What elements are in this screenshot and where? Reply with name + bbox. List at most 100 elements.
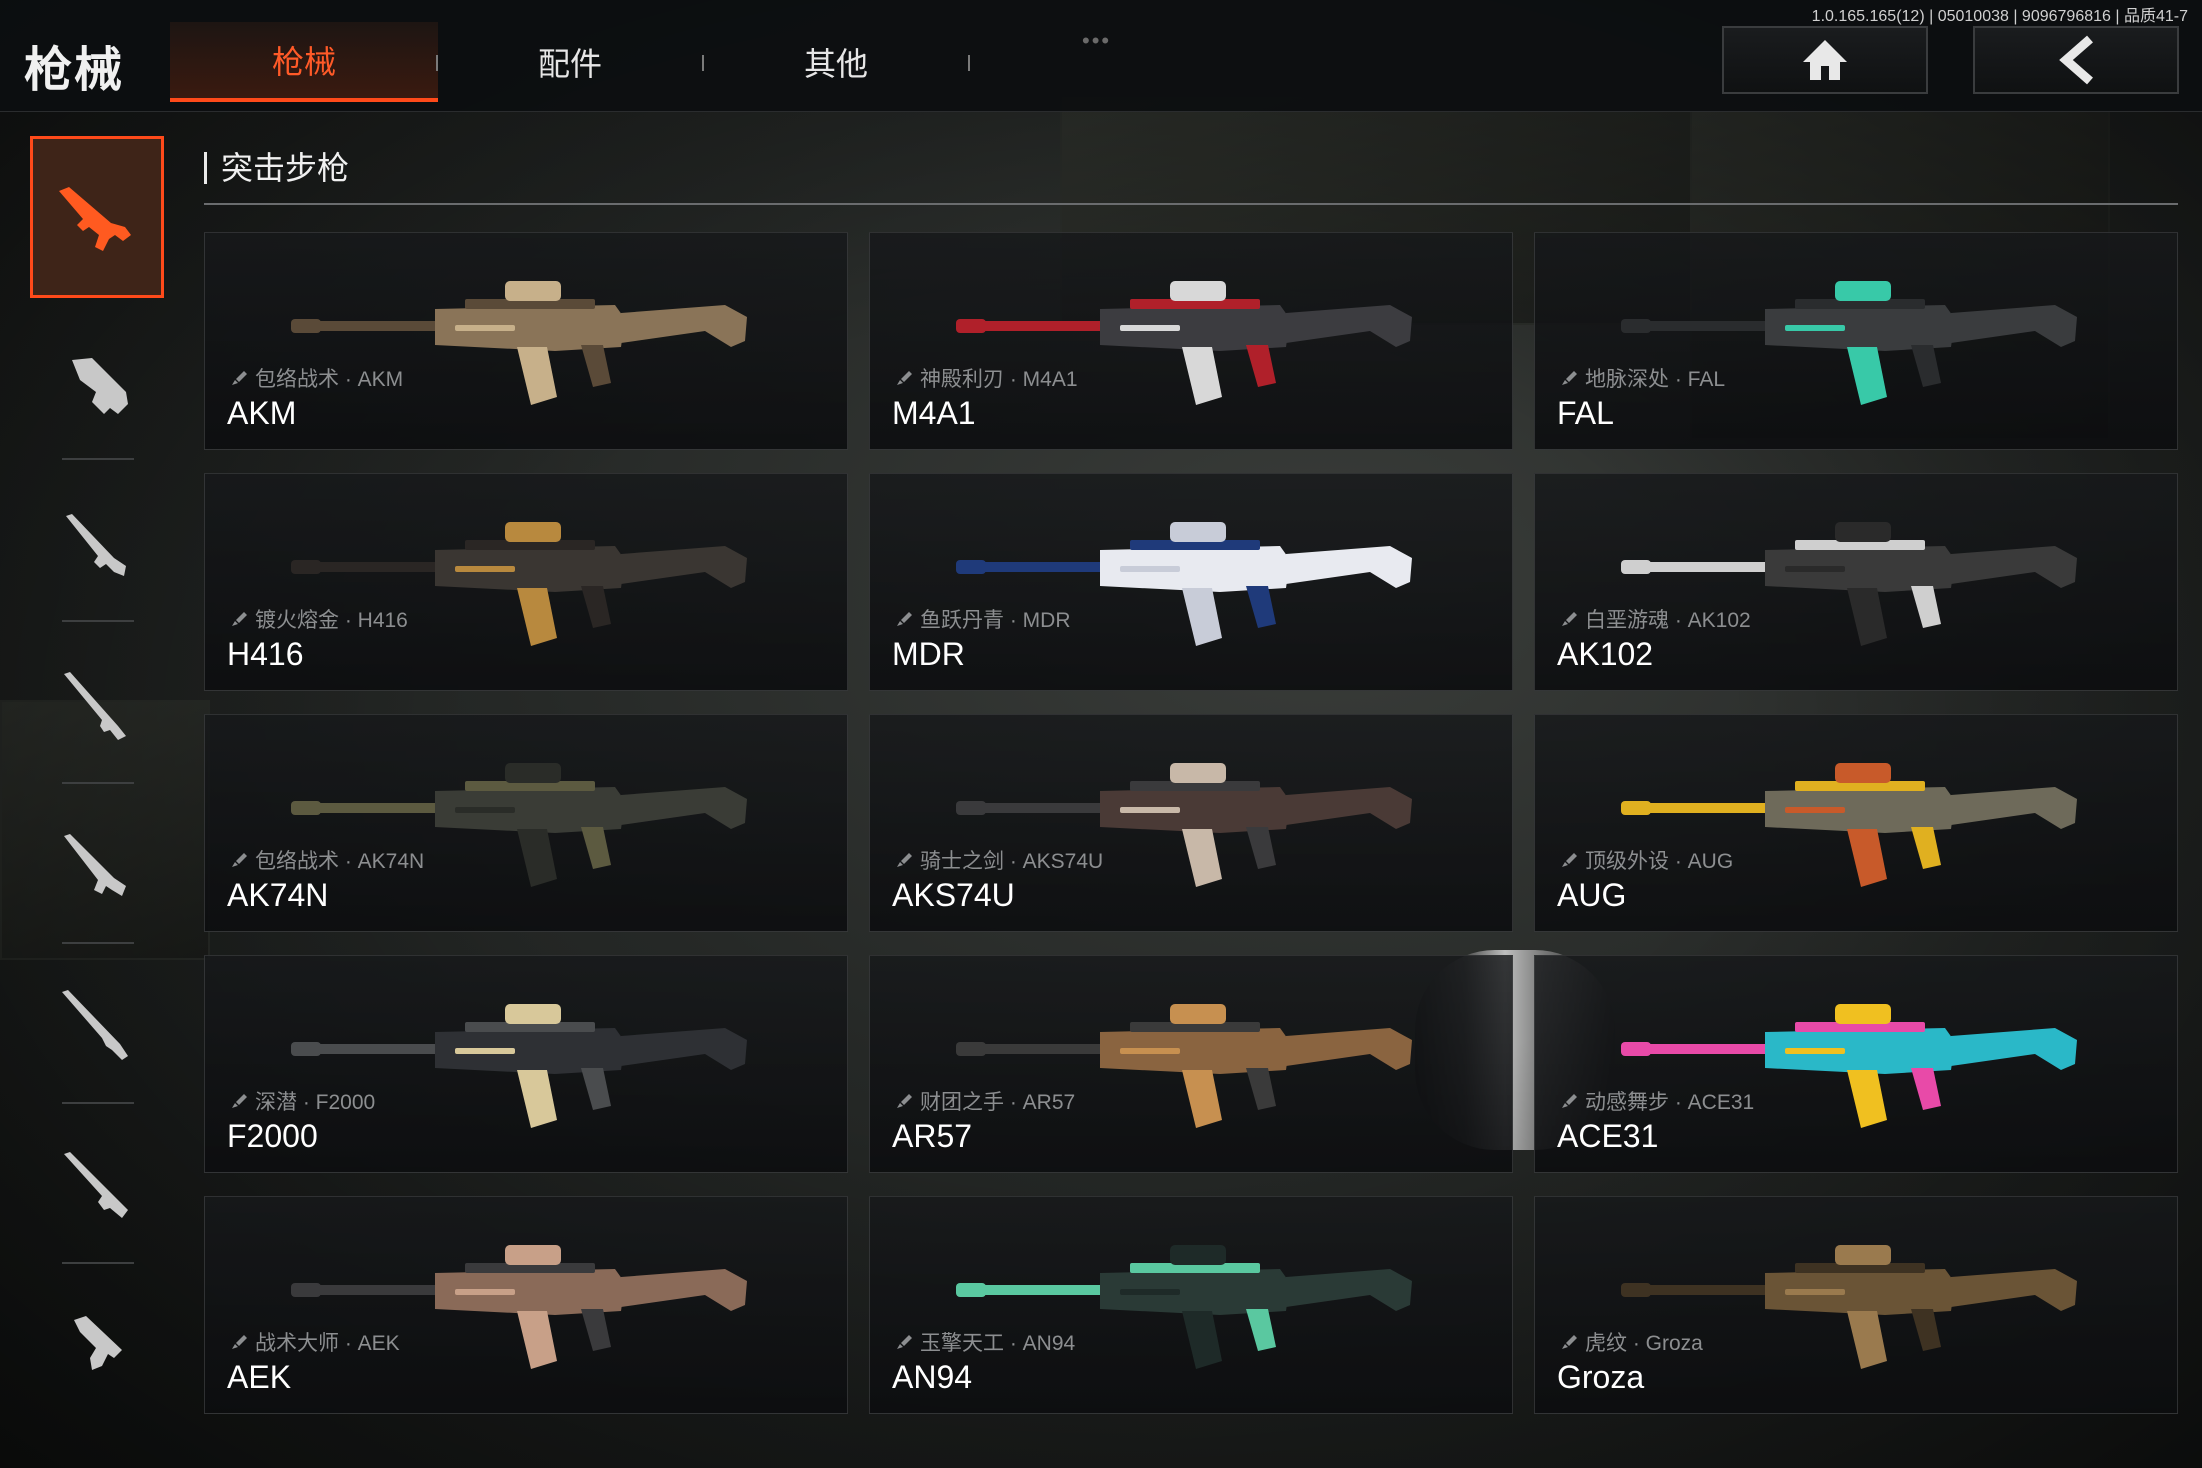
- category-marksman-rifle[interactable]: [30, 630, 164, 780]
- weapon-card-h416[interactable]: 镀火熔金 · H416 H416: [204, 473, 848, 691]
- weapon-skin-label: 地脉深处 · FAL: [1585, 368, 1726, 391]
- weapon-card-f2000[interactable]: 深潜 · F2000 F2000: [204, 955, 848, 1173]
- skin-brush-icon: [232, 1335, 247, 1349]
- tab-divider: [968, 55, 970, 71]
- weapon-name: M4A1: [892, 395, 976, 431]
- weapon-card-aks74u[interactable]: 骑士之剑 · AKS74U AKS74U: [869, 714, 1513, 932]
- tab-label: 枪械: [271, 44, 336, 80]
- tab-guns[interactable]: 枪械: [170, 22, 438, 102]
- back-button[interactable]: [1973, 26, 2179, 94]
- weapon-card-akm[interactable]: 包络战术 · AKM AKM: [204, 232, 848, 450]
- category-pistol[interactable]: [30, 1270, 164, 1420]
- weapon-skin: 深潜 · F2000: [229, 1086, 375, 1116]
- weapon-name: FAL: [1557, 395, 1614, 431]
- category-assault-rifle[interactable]: [30, 136, 164, 298]
- category-sniper-rifle[interactable]: [30, 950, 164, 1100]
- weapon-card-ak102[interactable]: 白垩游魂 · AK102 AK102: [1534, 473, 2178, 691]
- back-arrow-icon: [2059, 35, 2093, 85]
- weapon-skin-label: 玉擎天工 · AN94: [920, 1332, 1076, 1355]
- drag-handle-icon: •••: [1082, 28, 1112, 53]
- weapon-skin-label: 镀火熔金 · H416: [255, 609, 408, 632]
- special-weapon-icon: [64, 1152, 128, 1218]
- skin-brush-icon: [232, 1094, 247, 1108]
- skin-brush-icon: [1562, 371, 1577, 385]
- tab-label: 配件: [537, 46, 602, 82]
- weapon-name: ACE31: [1557, 1118, 1659, 1154]
- weapon-skin: 玉擎天工 · AN94: [894, 1327, 1075, 1357]
- skin-brush-icon: [1562, 612, 1577, 626]
- weapon-skin-label: 神殿利刃 · M4A1: [920, 368, 1078, 391]
- weapon-skin: 地脉深处 · FAL: [1559, 363, 1725, 393]
- weapon-skin: 包络战术 · AK74N: [229, 845, 424, 875]
- lmg-icon: [64, 834, 126, 896]
- shotgun-icon: [66, 514, 126, 576]
- weapon-name: AR57: [892, 1118, 973, 1154]
- weapon-card-aug[interactable]: 顶级外设 · AUG AUG: [1534, 714, 2178, 932]
- weapon-card-mdr[interactable]: 鱼跃丹青 · MDR MDR: [869, 473, 1513, 691]
- page-title: 枪械: [24, 44, 125, 97]
- weapon-skin: 虎纹 · Groza: [1559, 1327, 1703, 1357]
- weapon-card-groza[interactable]: 虎纹 · Groza Groza: [1534, 1196, 2178, 1414]
- weapon-card-ak74n[interactable]: 包络战术 · AK74N AK74N: [204, 714, 848, 932]
- category-shotgun[interactable]: [30, 470, 164, 620]
- weapon-skin-label: 深潜 · F2000: [255, 1091, 376, 1114]
- weapon-name: AN94: [892, 1359, 973, 1395]
- tab-others[interactable]: 其他: [702, 22, 970, 102]
- weapon-skin-label: 鱼跃丹青 · MDR: [920, 609, 1071, 632]
- skin-brush-icon: [897, 612, 912, 626]
- weapon-name: MDR: [892, 636, 965, 672]
- category-divider: [62, 458, 134, 460]
- weapon-card-ace31[interactable]: 动感舞步 · ACE31 ACE31: [1534, 955, 2178, 1173]
- category-divider: [62, 782, 134, 784]
- weapon-skin-label: 财团之手 · AR57: [920, 1091, 1076, 1114]
- skin-brush-icon: [897, 371, 912, 385]
- weapon-skin: 白垩游魂 · AK102: [1559, 604, 1751, 634]
- skin-brush-icon: [897, 1335, 912, 1349]
- weapon-name: AKS74U: [892, 877, 1015, 913]
- tab-label: 其他: [803, 46, 868, 82]
- weapon-skin-label: 顶级外设 · AUG: [1585, 850, 1734, 873]
- weapon-name: F2000: [227, 1118, 318, 1154]
- marksman-rifle-icon: [64, 672, 126, 740]
- category-smg[interactable]: [30, 310, 164, 460]
- weapon-grid: 包络战术 · AKM AKM 神殿利刃 · M4A1 M4A1 地脉深处 · F…: [204, 232, 2178, 1414]
- category-lmg[interactable]: [30, 790, 164, 940]
- weapon-skin: 财团之手 · AR57: [894, 1086, 1075, 1116]
- skin-brush-icon: [232, 612, 247, 626]
- skin-brush-icon: [1562, 853, 1577, 867]
- skin-brush-icon: [232, 853, 247, 867]
- assault-rifle-icon: [59, 187, 131, 251]
- weapon-skin-label: 战术大师 · AEK: [255, 1332, 400, 1355]
- version-text: 1.0.165.165(12) | 05010038 | 9096796816 …: [1811, 8, 2188, 25]
- weapon-card-an94[interactable]: 玉擎天工 · AN94 AN94: [869, 1196, 1513, 1414]
- category-divider: [62, 942, 134, 944]
- smg-icon: [72, 358, 128, 414]
- weapon-skin-label: 虎纹 · Groza: [1585, 1332, 1703, 1355]
- weapon-card-ar57[interactable]: 财团之手 · AR57 AR57: [869, 955, 1513, 1173]
- weapon-name: AK74N: [227, 877, 329, 913]
- weapon-skin: 骑士之剑 · AKS74U: [894, 845, 1103, 875]
- weapon-skin-label: 包络战术 · AK74N: [255, 850, 425, 873]
- skin-brush-icon: [1562, 1094, 1577, 1108]
- weapon-card-aek[interactable]: 战术大师 · AEK AEK: [204, 1196, 848, 1414]
- weapon-name: H416: [227, 636, 304, 672]
- weapon-skin: 鱼跃丹青 · MDR: [894, 604, 1071, 634]
- weapon-skin-label: 动感舞步 · ACE31: [1585, 1091, 1755, 1114]
- skin-brush-icon: [232, 371, 247, 385]
- weapon-name: AKM: [227, 395, 297, 431]
- category-special-weapon[interactable]: [30, 1110, 164, 1260]
- weapon-skin: 战术大师 · AEK: [229, 1327, 400, 1357]
- home-icon: [1803, 40, 1847, 80]
- weapon-skin: 神殿利刃 · M4A1: [894, 363, 1078, 393]
- weapon-card-m4a1[interactable]: 神殿利刃 · M4A1 M4A1: [869, 232, 1513, 450]
- weapon-skin: 包络战术 · AKM: [229, 363, 403, 393]
- skin-brush-icon: [897, 1094, 912, 1108]
- weapon-card-fal[interactable]: 地脉深处 · FAL FAL: [1534, 232, 2178, 450]
- weapon-name: AUG: [1557, 877, 1627, 913]
- category-divider: [62, 1102, 134, 1104]
- sniper-rifle-icon: [62, 990, 128, 1060]
- tab-attachments[interactable]: 配件: [436, 22, 704, 102]
- home-button[interactable]: [1722, 26, 1928, 94]
- section-divider: [204, 203, 2178, 205]
- weapon-skin-label: 骑士之剑 · AKS74U: [920, 850, 1104, 873]
